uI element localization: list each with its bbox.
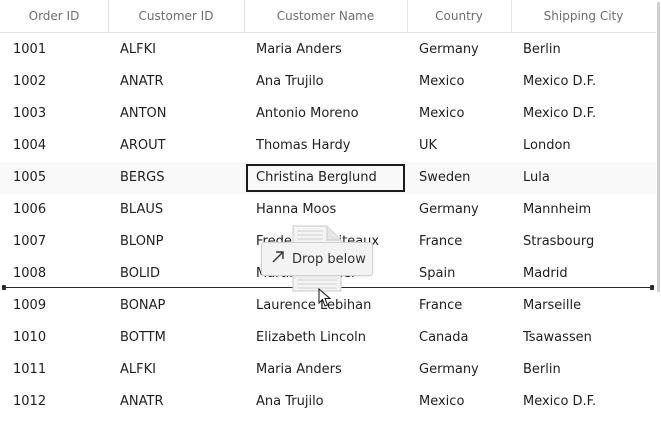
cell-customer-id[interactable]: BONAP (108, 290, 244, 322)
table-row[interactable]: 1004 AROUT Thomas Hardy UK London (0, 130, 656, 162)
arrow-up-right-icon (270, 249, 292, 269)
cell-customer-name[interactable]: Christina Berglund (244, 162, 407, 194)
cell-customer-id[interactable]: BOTTM (108, 322, 244, 354)
column-header-shipping-city[interactable]: Shipping City (511, 0, 656, 33)
column-divider[interactable] (407, 0, 408, 33)
table-row[interactable]: 1010 BOTTM Elizabeth Lincoln Canada Tsawasse… (0, 322, 656, 354)
cell-customer-id[interactable]: ANTON (108, 98, 244, 130)
cell-country[interactable]: Mexico (407, 66, 511, 98)
cell-order-id[interactable]: 1010 (0, 322, 108, 354)
column-divider[interactable] (511, 0, 512, 33)
cell-country[interactable]: Spain (407, 258, 511, 290)
table-row[interactable]: 1006 BLAUS Hanna Moos Germany Mannheim (0, 194, 656, 226)
cell-customer-id[interactable]: BOLID (108, 258, 244, 290)
cell-shipping-city[interactable]: Marseille (511, 290, 656, 322)
cell-shipping-city[interactable]: Berlin (511, 354, 656, 386)
cell-country[interactable]: Sweden (407, 162, 511, 194)
cell-shipping-city[interactable]: Madrid (511, 258, 656, 290)
cell-order-id[interactable]: 1003 (0, 98, 108, 130)
cell-customer-id[interactable]: ALFKI (108, 354, 244, 386)
cell-order-id[interactable]: 1004 (0, 130, 108, 162)
cell-order-id[interactable]: 1012 (0, 386, 108, 418)
column-header-customer-name[interactable]: Customer Name (244, 0, 407, 33)
column-header-order-id[interactable]: Order ID (0, 0, 108, 33)
column-divider[interactable] (244, 0, 245, 33)
table-row[interactable]: 1005 BERGS Christina Berglund Sweden Lula (0, 162, 656, 194)
cell-customer-name[interactable]: Maria Anders (244, 354, 407, 386)
cell-customer-name[interactable]: Antonio Moreno (244, 98, 407, 130)
cell-customer-id[interactable]: BLAUS (108, 194, 244, 226)
cell-order-id[interactable]: 1001 (0, 34, 108, 66)
cell-customer-id[interactable]: ANATR (108, 386, 244, 418)
cell-country[interactable]: Mexico (407, 98, 511, 130)
cell-order-id[interactable]: 1011 (0, 354, 108, 386)
cell-customer-id[interactable]: ALFKI (108, 34, 244, 66)
table-row[interactable]: 1012 ANATR Ana Trujilo Mexico Mexico D.F. (0, 386, 656, 418)
drag-tooltip-label: Drop below (292, 251, 366, 267)
cell-shipping-city[interactable]: Mexico D.F. (511, 66, 656, 98)
cell-country[interactable]: Germany (407, 354, 511, 386)
cell-order-id[interactable]: 1006 (0, 194, 108, 226)
cell-customer-name[interactable]: Ana Trujilo (244, 386, 407, 418)
cell-country[interactable]: Germany (407, 194, 511, 226)
cell-shipping-city[interactable]: London (511, 130, 656, 162)
cell-shipping-city[interactable]: Strasbourg (511, 226, 656, 258)
cell-order-id[interactable]: 1008 (0, 258, 108, 290)
cell-shipping-city[interactable]: Lula (511, 162, 656, 194)
drag-drop-tooltip: Drop below (261, 242, 373, 276)
cell-customer-name[interactable]: Hanna Moos (244, 194, 407, 226)
cell-country[interactable]: France (407, 226, 511, 258)
scrollbar-thumb[interactable] (657, 2, 660, 292)
cell-customer-id[interactable]: BLONP (108, 226, 244, 258)
cell-order-id[interactable]: 1005 (0, 162, 108, 194)
cell-shipping-city[interactable]: Berlin (511, 34, 656, 66)
data-grid[interactable]: Order ID Customer ID Customer Name Count… (0, 0, 661, 422)
table-row[interactable]: 1003 ANTON Antonio Moreno Mexico Mexico D.F. (0, 98, 656, 130)
cell-country[interactable]: France (407, 290, 511, 322)
vertical-scrollbar[interactable] (656, 0, 661, 422)
cell-customer-name[interactable]: Maria Anders (244, 34, 407, 66)
cell-customer-id[interactable]: AROUT (108, 130, 244, 162)
table-row[interactable]: 1002 ANATR Ana Trujilo Mexico Mexico D.F. (0, 66, 656, 98)
cell-shipping-city[interactable]: Mannheim (511, 194, 656, 226)
cell-country[interactable]: UK (407, 130, 511, 162)
cell-customer-id[interactable]: ANATR (108, 66, 244, 98)
cell-country[interactable]: Canada (407, 322, 511, 354)
cell-customer-name[interactable]: Thomas Hardy (244, 130, 407, 162)
cell-order-id[interactable]: 1002 (0, 66, 108, 98)
column-divider[interactable] (108, 0, 109, 33)
cell-shipping-city[interactable]: Mexico D.F. (511, 386, 656, 418)
column-header-customer-id[interactable]: Customer ID (108, 0, 244, 33)
cell-country[interactable]: Germany (407, 34, 511, 66)
table-row[interactable]: 1001 ALFKI Maria Anders Germany Berlin (0, 34, 656, 66)
cell-shipping-city[interactable]: Mexico D.F. (511, 98, 656, 130)
mouse-cursor-icon (318, 287, 332, 308)
cell-order-id[interactable]: 1007 (0, 226, 108, 258)
cell-order-id[interactable]: 1009 (0, 290, 108, 322)
table-row[interactable]: 1011 ALFKI Maria Anders Germany Berlin (0, 354, 656, 386)
cell-shipping-city[interactable]: Tsawassen (511, 322, 656, 354)
column-header-country[interactable]: Country (407, 0, 511, 33)
cell-country[interactable]: Mexico (407, 386, 511, 418)
cell-customer-name[interactable]: Elizabeth Lincoln (244, 322, 407, 354)
cell-customer-name[interactable]: Ana Trujilo (244, 66, 407, 98)
cell-customer-id[interactable]: BERGS (108, 162, 244, 194)
grid-header: Order ID Customer ID Customer Name Count… (0, 0, 656, 33)
